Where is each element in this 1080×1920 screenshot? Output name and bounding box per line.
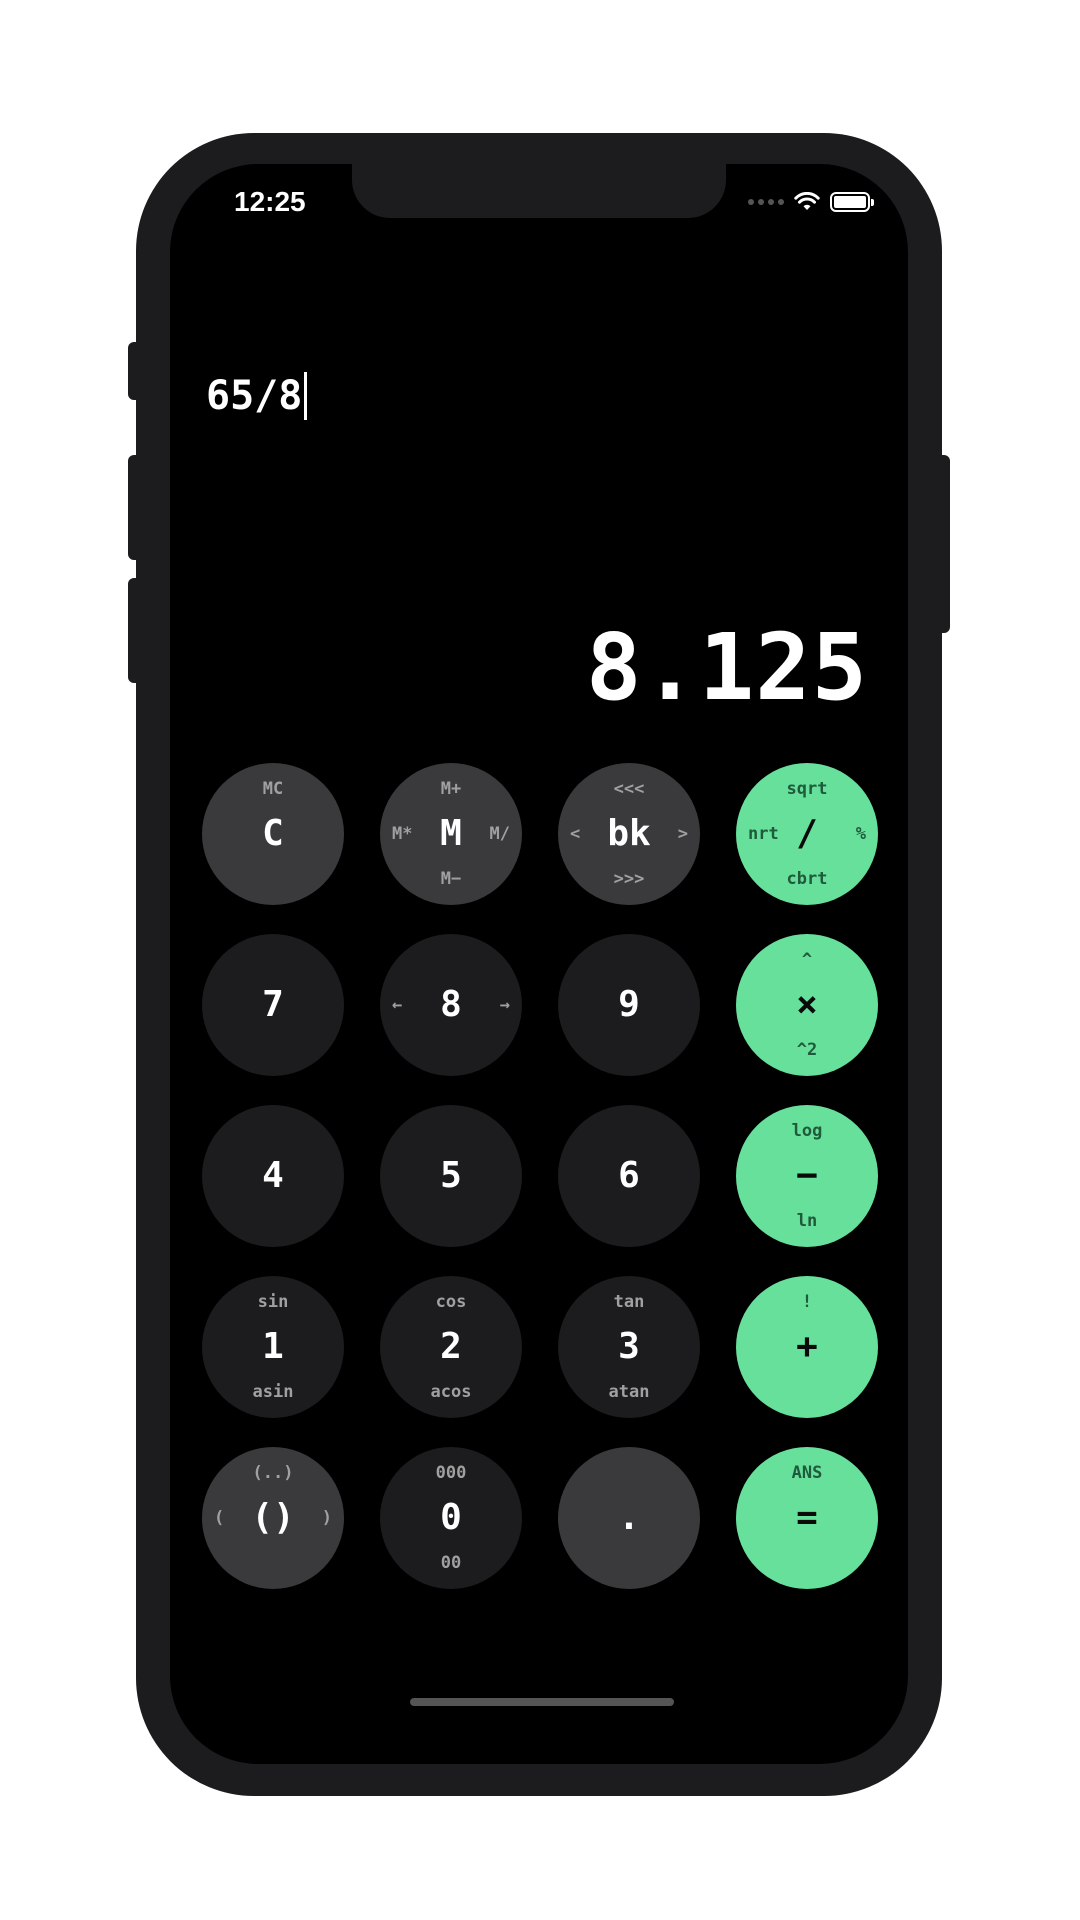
key-label: 6 <box>618 1155 640 1196</box>
key-label: 7 <box>262 984 284 1025</box>
key-secondary-bottom: ^2 <box>796 1040 818 1060</box>
key-secondary-bottom: atan <box>608 1382 650 1402</box>
key-secondary-right: % <box>855 824 866 844</box>
key-secondary-bottom: 00 <box>440 1553 462 1573</box>
key-secondary-bottom: asin <box>252 1382 294 1402</box>
key-label: = <box>796 1497 818 1538</box>
divide-button[interactable]: sqrt nrt / % cbrt <box>736 763 878 905</box>
digit-3-button[interactable]: tan 3 atan <box>558 1276 700 1418</box>
parentheses-button[interactable]: (..) ( () ) <box>202 1447 344 1589</box>
key-secondary-bottom: >>> <box>613 869 645 889</box>
key-secondary-top: tan <box>613 1292 645 1312</box>
key-secondary-top: M+ <box>440 779 462 799</box>
key-secondary-right: M/ <box>489 824 510 844</box>
key-secondary-top: sin <box>257 1292 289 1312</box>
digit-8-button[interactable]: ← 8 → <box>380 934 522 1076</box>
key-secondary-top: ^ <box>801 950 813 970</box>
digit-0-button[interactable]: 000 0 00 <box>380 1447 522 1589</box>
key-secondary-right: ) <box>321 1508 332 1528</box>
key-label: 1 <box>262 1326 284 1367</box>
digit-6-button[interactable]: 6 <box>558 1105 700 1247</box>
key-secondary-top: <<< <box>613 779 645 799</box>
key-secondary-bottom: ln <box>796 1211 818 1231</box>
key-secondary-top: cos <box>435 1292 467 1312</box>
equals-button[interactable]: ANS = <box>736 1447 878 1589</box>
key-label: 4 <box>262 1155 284 1196</box>
digit-7-button[interactable]: 7 <box>202 934 344 1076</box>
key-secondary-bottom: M− <box>440 869 462 889</box>
home-indicator[interactable] <box>410 1698 674 1706</box>
key-secondary-bottom: cbrt <box>786 869 828 889</box>
multiply-button[interactable]: ^ × ^2 <box>736 934 878 1076</box>
key-label: + <box>796 1326 818 1367</box>
key-secondary-right: > <box>677 824 688 844</box>
memory-button[interactable]: M+ M* M M/ M− <box>380 763 522 905</box>
plus-button[interactable]: ! + <box>736 1276 878 1418</box>
phone-screen: 12:25 65/8 8.125 MC C M+ M* M M/ M− <<< <box>170 164 908 1764</box>
minus-button[interactable]: log − ln <box>736 1105 878 1247</box>
key-secondary-top: ! <box>801 1292 813 1312</box>
key-label: . <box>618 1497 640 1538</box>
digit-1-button[interactable]: sin 1 asin <box>202 1276 344 1418</box>
backspace-button[interactable]: <<< < bk > >>> <box>558 763 700 905</box>
digit-2-button[interactable]: cos 2 acos <box>380 1276 522 1418</box>
key-label: − <box>796 1155 818 1196</box>
clear-button[interactable]: MC C <box>202 763 344 905</box>
keypad: MC C M+ M* M M/ M− <<< < bk > >>> sqrt n… <box>170 164 908 1764</box>
key-secondary-bottom: acos <box>430 1382 472 1402</box>
key-secondary-top: sqrt <box>786 779 828 799</box>
key-secondary-top: log <box>791 1121 823 1141</box>
digit-5-button[interactable]: 5 <box>380 1105 522 1247</box>
key-label: 0 <box>440 1497 462 1538</box>
key-secondary-right: → <box>499 995 510 1015</box>
key-label: 3 <box>618 1326 640 1367</box>
key-label: × <box>796 984 818 1025</box>
key-label: C <box>262 813 284 854</box>
digit-4-button[interactable]: 4 <box>202 1105 344 1247</box>
key-secondary-top: 000 <box>435 1463 467 1483</box>
decimal-button[interactable]: . <box>558 1447 700 1589</box>
digit-9-button[interactable]: 9 <box>558 934 700 1076</box>
key-secondary-top: (..) <box>252 1463 294 1483</box>
key-secondary-top: MC <box>262 779 284 799</box>
key-label: 5 <box>440 1155 462 1196</box>
key-label: 2 <box>440 1326 462 1367</box>
key-secondary-top: ANS <box>791 1463 823 1483</box>
key-label: 9 <box>618 984 640 1025</box>
